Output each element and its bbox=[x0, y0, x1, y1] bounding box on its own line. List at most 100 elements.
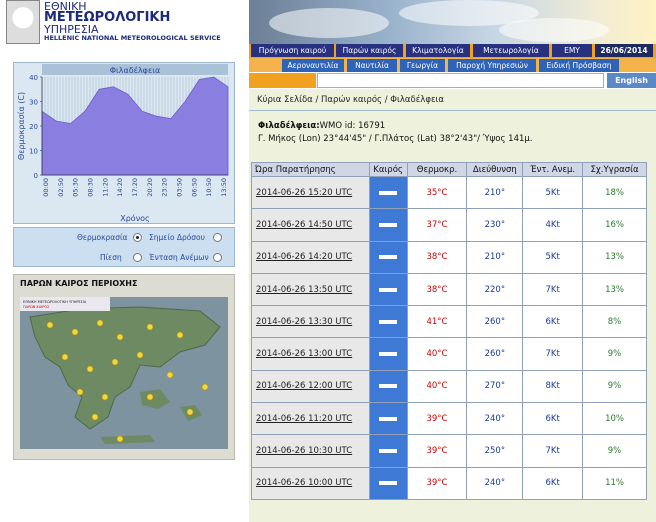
x-tick-label: 02:50 bbox=[57, 178, 65, 197]
humidity-cell: 9% bbox=[582, 337, 647, 371]
weather-bar-icon bbox=[379, 352, 398, 357]
table-row: 2014-06-26 11:20 UTC 39°C 240° 6Kt 10% bbox=[251, 402, 647, 436]
humidity-cell: 13% bbox=[582, 240, 647, 274]
y-tick-label: 0 bbox=[34, 172, 38, 180]
y-tick-label: 10 bbox=[29, 148, 38, 156]
station-info: Φιλαδέλφεια:WMO id: 16791 bbox=[258, 121, 385, 131]
x-tick-label: 05:30 bbox=[72, 178, 80, 197]
humidity-cell: 10% bbox=[582, 402, 647, 436]
weather-bar-icon bbox=[379, 449, 398, 454]
temperature-cell: 40°C bbox=[406, 337, 468, 371]
station-wmo: WMO id: 16791 bbox=[319, 121, 386, 131]
wind-speed-cell: 8Kt bbox=[522, 369, 584, 404]
header-banner bbox=[249, 0, 656, 44]
pressure-radio[interactable] bbox=[133, 253, 142, 262]
temperature-radio[interactable] bbox=[133, 233, 142, 242]
weather-icon bbox=[368, 402, 408, 436]
temperature-label: Θερμοκρασία bbox=[77, 233, 128, 242]
x-tick-label: 00:00 bbox=[42, 178, 50, 197]
weather-icon bbox=[368, 240, 408, 274]
weather-icon bbox=[368, 305, 408, 339]
wind-speed-cell: 5Kt bbox=[522, 175, 584, 210]
x-tick-label: 08:30 bbox=[87, 178, 95, 197]
x-tick-label: 06:50 bbox=[190, 178, 198, 197]
weather-bar-icon bbox=[379, 287, 398, 292]
observation-time[interactable]: 2014-06-26 14:50 UTC bbox=[251, 208, 370, 242]
wind-direction-cell: 230° bbox=[466, 208, 524, 242]
logo[interactable]: ΕΘΝΙΚΗ ΜΕΤΕΩΡΟΛΟΓΙΚΗ ΥΠΗΡΕΣΙΑ HELLENIC N… bbox=[6, 0, 238, 46]
region-weather-map[interactable]: ΕΘΝΙΚΗ ΜΕΤΕΩΡΟΛΟΓΙΚΗ ΥΠΗΡΕΣΙΑ ΠΑΡΩΝ ΚΑΙΡ… bbox=[20, 297, 228, 449]
wind-speed-cell: 6Kt bbox=[522, 466, 584, 500]
temperature-cell: 38°C bbox=[406, 240, 468, 274]
x-tick-label: 23:20 bbox=[161, 178, 169, 197]
wind-speed-cell: 6Kt bbox=[522, 305, 584, 339]
pressure-label: Πίεση bbox=[100, 253, 122, 262]
subnav-services[interactable]: Παροχή Υπηρεσιών bbox=[448, 59, 536, 72]
search-field[interactable] bbox=[317, 73, 604, 88]
observation-time[interactable]: 2014-06-26 14:20 UTC bbox=[251, 240, 370, 274]
x-tick-label: 20:20 bbox=[146, 178, 154, 197]
subnav-special-access[interactable]: Ειδική Πρόσβαση bbox=[539, 59, 619, 72]
nav-meteorology[interactable]: Μετεωρολογία bbox=[473, 44, 549, 57]
table-row: 2014-06-26 10:00 UTC 39°C 240° 6Kt 11% bbox=[251, 466, 647, 500]
weather-bar-icon bbox=[379, 255, 398, 260]
observation-time[interactable]: 2014-06-26 12:00 UTC bbox=[251, 369, 370, 404]
weather-icon bbox=[368, 337, 408, 371]
x-tick-label: 10:50 bbox=[205, 178, 213, 197]
humidity-cell: 9% bbox=[582, 369, 647, 404]
temperature-cell: 40°C bbox=[406, 369, 468, 404]
dewpoint-radio[interactable] bbox=[213, 233, 222, 242]
wind-speed-cell: 5Kt bbox=[522, 240, 584, 274]
observation-time[interactable]: 2014-06-26 13:50 UTC bbox=[251, 272, 370, 307]
col-humidity: Σχ.Υγρασία bbox=[582, 162, 647, 177]
region-header: ΠΑΡΩΝ ΚΑΙΡΟΣ ΠΕΡΙΟΧΗΣ bbox=[20, 279, 138, 288]
wind-radio[interactable] bbox=[213, 253, 222, 262]
nav-forecast[interactable]: Πρόγνωση καιρού bbox=[251, 44, 334, 57]
subnav-shipping[interactable]: Ναυτιλία bbox=[347, 59, 397, 72]
wind-direction-cell: 210° bbox=[466, 175, 524, 210]
table-header-row: Ώρα Παρατήρησης Καιρός Θερμοκρ. Διεύθυνσ… bbox=[251, 162, 647, 177]
svg-text:ΠΑΡΩΝ ΚΑΙΡΟΣ: ΠΑΡΩΝ ΚΑΙΡΟΣ bbox=[23, 305, 49, 309]
weather-bar-icon bbox=[379, 416, 398, 421]
english-button[interactable]: English bbox=[607, 73, 656, 88]
nav-current-weather[interactable]: Παρών καιρός bbox=[336, 44, 403, 57]
wind-label: Ένταση Ανέμων bbox=[149, 253, 209, 262]
breadcrumb: Κύρια Σελίδα / Παρών καιρός / Φιλαδέλφει… bbox=[257, 95, 445, 105]
emblem-icon bbox=[6, 0, 40, 44]
observation-time[interactable]: 2014-06-26 10:00 UTC bbox=[251, 466, 370, 500]
wind-direction-cell: 270° bbox=[466, 369, 524, 404]
table-row: 2014-06-26 13:00 UTC 40°C 260° 7Kt 9% bbox=[251, 337, 647, 371]
wind-direction-cell: 240° bbox=[466, 466, 524, 500]
region-weather-panel: ΠΑΡΩΝ ΚΑΙΡΟΣ ΠΕΡΙΟΧΗΣ ΕΘΝΙΚΗ ΜΕΤΕΩΡΟΛΟΓΙ… bbox=[13, 274, 235, 460]
observation-time[interactable]: 2014-06-26 11:20 UTC bbox=[251, 402, 370, 436]
wind-speed-cell: 4Kt bbox=[522, 208, 584, 242]
observation-time[interactable]: 2014-06-26 13:00 UTC bbox=[251, 337, 370, 371]
nav-climatology[interactable]: Κλιματολογία bbox=[406, 44, 470, 57]
weather-icon bbox=[368, 434, 408, 468]
dewpoint-label: Σημείο Δρόσου bbox=[149, 233, 205, 242]
x-tick-label: 03:50 bbox=[176, 178, 184, 197]
observations-table: Ώρα Παρατήρησης Καιρός Θερμοκρ. Διεύθυνσ… bbox=[251, 162, 647, 500]
chart-variable-selector: Θερμοκρασία Σημείο Δρόσου Πίεση Ένταση Α… bbox=[13, 227, 235, 267]
humidity-cell: 9% bbox=[582, 434, 647, 468]
subnav-agriculture[interactable]: Γεωργία bbox=[400, 59, 445, 72]
weather-bar-icon bbox=[379, 190, 398, 195]
weather-icon bbox=[368, 272, 408, 307]
temperature-chart: Φιλαδέλφεια 0 10 20 30 40 Θερμοκρασία (C) 00:00… bbox=[13, 62, 235, 224]
subnav-aviation[interactable]: Αεροναυτιλία bbox=[282, 59, 344, 72]
wind-speed-cell: 6Kt bbox=[522, 402, 584, 436]
x-tick-label: 17:20 bbox=[131, 178, 139, 197]
weather-bar-icon bbox=[379, 319, 398, 324]
x-axis-label: Χρόνος bbox=[120, 213, 150, 223]
table-row: 2014-06-26 13:50 UTC 38°C 220° 7Kt 13% bbox=[251, 272, 647, 307]
observation-time[interactable]: 2014-06-26 13:30 UTC bbox=[251, 305, 370, 339]
humidity-cell: 18% bbox=[582, 175, 647, 210]
observation-time[interactable]: 2014-06-26 10:30 UTC bbox=[251, 434, 370, 468]
chart-title: Φιλαδέλφεια bbox=[110, 65, 161, 75]
table-row: 2014-06-26 10:30 UTC 39°C 250° 7Kt 9% bbox=[251, 434, 647, 468]
nav-emy[interactable]: ΕΜΥ bbox=[552, 44, 592, 57]
org-name-english: HELLENIC NATIONAL METEOROLOGICAL SERVICE bbox=[44, 34, 221, 42]
humidity-cell: 8% bbox=[582, 305, 647, 339]
weather-bar-icon bbox=[379, 384, 398, 389]
observation-time[interactable]: 2014-06-26 15:20 UTC bbox=[251, 175, 370, 210]
